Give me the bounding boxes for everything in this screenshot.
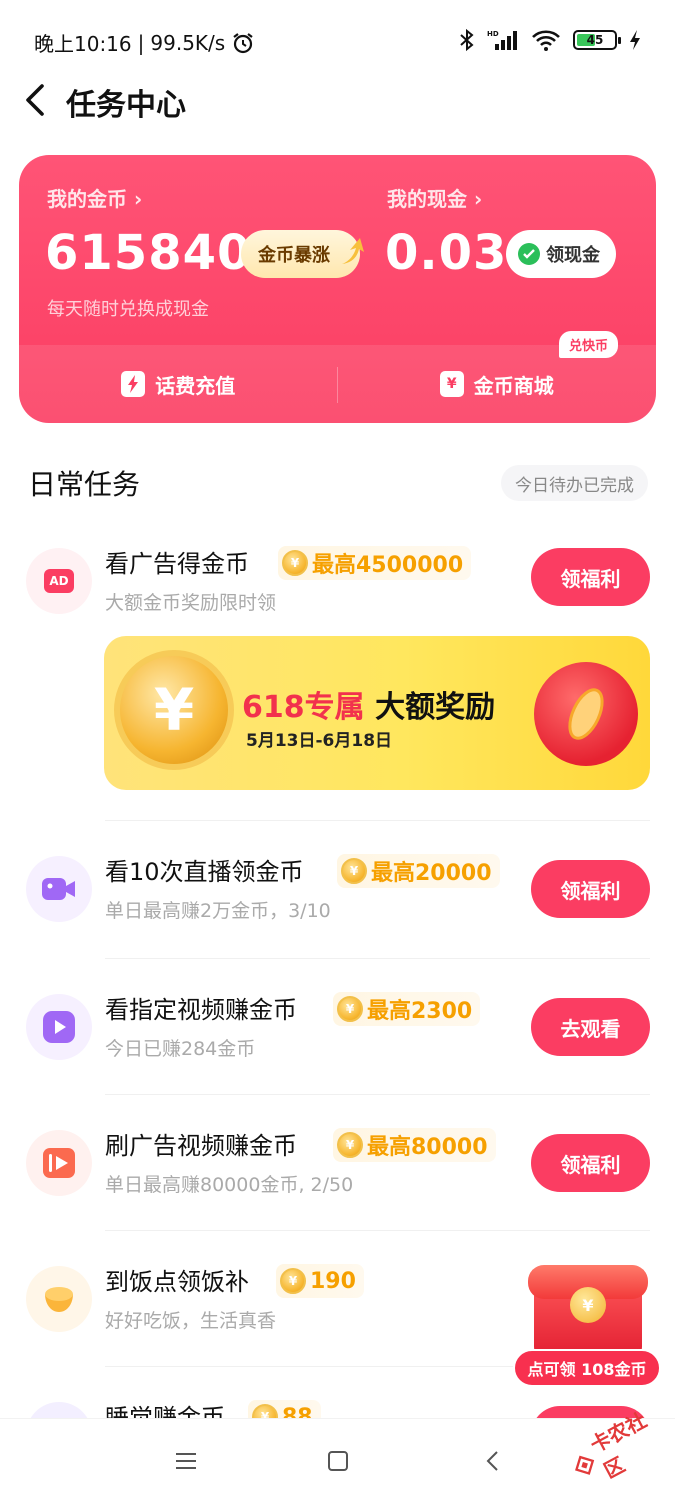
watch-button[interactable]: 去观看 — [531, 998, 650, 1056]
coin-icon: ¥ — [337, 1132, 363, 1158]
page-title: 任务中心 — [66, 88, 186, 123]
red-coin-icon — [534, 662, 638, 766]
battery-icon: 45 — [573, 30, 621, 50]
get-cash-button[interactable]: 领现金 — [506, 230, 616, 278]
video-ad-icon — [26, 1130, 92, 1196]
svg-text:HD: HD — [487, 30, 499, 38]
wallet-subtitle: 每天随时兑换成现金 — [47, 299, 209, 320]
task-reward: ¥ 最高2300 — [333, 992, 481, 1026]
banner-title: 618专属 大额奖励 — [242, 690, 496, 725]
status-right: HD 45 — [459, 28, 641, 52]
promo-banner-618[interactable]: ¥ 618专属 大额奖励 5月13日-6月18日 — [104, 636, 650, 790]
signal-icon: HD — [487, 30, 517, 50]
task-title: 刷广告视频赚金币 — [105, 1132, 297, 1160]
meal-bowl-icon — [26, 1266, 92, 1332]
status-left: 晚上10:16 | 99.5K/s — [34, 28, 255, 57]
coin-icon: ¥ — [337, 996, 363, 1022]
task-live-stream: 看10次直播领金币 ¥ 最高20000 单日最高赚2万金币，3/10 领福利 — [0, 848, 675, 958]
task-reward: ¥88 — [248, 1400, 321, 1418]
charging-icon — [630, 30, 640, 50]
bluetooth-icon — [460, 28, 474, 52]
lightning-icon — [121, 371, 146, 397]
mall-ticket-icon: ¥ — [439, 371, 464, 397]
coin-seal-icon: ¥ — [570, 1287, 606, 1323]
claim-button[interactable]: 领福利 — [531, 1134, 650, 1192]
task-subtitle: 大额金币奖励限时领 — [105, 592, 277, 614]
section-title: 日常任务 — [28, 468, 141, 501]
divider — [105, 820, 650, 821]
task-subtitle: 单日最高赚80000金币, 2/50 — [105, 1174, 354, 1196]
coin-icon: ¥ — [282, 550, 308, 576]
banner-date: 5月13日-6月18日 — [246, 731, 393, 751]
big-coin-icon: ¥ — [114, 650, 234, 770]
divider — [105, 1230, 650, 1231]
play-video-icon — [26, 994, 92, 1060]
sleep-moon-icon — [26, 1402, 92, 1418]
live-camera-icon — [26, 856, 92, 922]
task-reward: ¥ 最高4500000 — [278, 546, 472, 580]
menu-icon[interactable] — [166, 1443, 206, 1479]
task-sleep-coins: 睡觉赚金币 ¥88 — [0, 1394, 675, 1418]
coins-value: 615840 — [45, 225, 252, 281]
section-status-badge: 今日待办已完成 — [501, 465, 648, 501]
coin-icon: ¥ — [280, 1268, 306, 1294]
status-net-speed: 99.5K/s — [150, 30, 226, 55]
nav-back-icon[interactable] — [472, 1443, 512, 1479]
task-watch-video: 看指定视频赚金币 ¥ 最高2300 今日已赚284金币 去观看 — [0, 986, 675, 1096]
task-title: 看10次直播领金币 — [105, 858, 304, 886]
status-time: 晚上10:16 — [34, 32, 132, 56]
wechat-check-icon — [518, 243, 540, 265]
task-reward: ¥ 最高20000 — [337, 854, 500, 888]
home-icon[interactable] — [318, 1443, 358, 1479]
task-reward: ¥ 最高80000 — [333, 1128, 496, 1162]
floating-packet-label[interactable]: 点可领 108金币 — [513, 1349, 661, 1387]
task-ad-coins: AD 看广告得金币 ¥ 最高4500000 大额金币奖励限时领 领福利 — [0, 540, 675, 650]
my-coins-link[interactable]: 我的金币 › — [47, 183, 142, 212]
coin-boom-button[interactable]: 金币暴涨 — [241, 230, 364, 278]
task-subtitle: 好好吃饭，生活真香 — [105, 1310, 277, 1332]
coin-icon: ¥ — [341, 858, 367, 884]
header: 任务中心 — [0, 70, 675, 130]
alarm-icon — [233, 32, 253, 53]
phone-recharge-button[interactable]: 话费充值 — [19, 345, 338, 423]
task-reward: ¥190 — [276, 1264, 364, 1298]
task-title: 看广告得金币 — [105, 550, 249, 578]
task-subtitle: 单日最高赚2万金币，3/10 — [105, 900, 331, 922]
task-title: 看指定视频赚金币 — [105, 996, 297, 1024]
back-arrow-icon[interactable] — [22, 82, 52, 118]
divider — [105, 1094, 650, 1095]
wifi-icon — [532, 30, 560, 51]
coin-icon: ¥ — [252, 1404, 278, 1418]
claim-button[interactable]: 领福利 — [531, 548, 650, 606]
cash-value: 0.03 — [385, 225, 508, 281]
ad-icon: AD — [26, 548, 92, 614]
task-ad-video: 刷广告视频赚金币 ¥ 最高80000 单日最高赚80000金币, 2/50 领福利 — [0, 1122, 675, 1232]
task-title: 睡觉赚金币 — [105, 1404, 225, 1418]
my-cash-link[interactable]: 我的现金 › — [387, 183, 482, 212]
divider — [105, 958, 650, 959]
task-subtitle: 今日已赚284金币 — [105, 1038, 256, 1060]
exchange-tag: 兑快币 — [559, 331, 619, 358]
boom-arrow-icon — [342, 238, 364, 264]
wallet-card: 我的金币 › 615840 金币暴涨 我的现金 › 0.03 领现金 每天随时兑… — [19, 155, 656, 423]
task-title: 到饭点领饭补 — [105, 1268, 249, 1296]
claim-button[interactable]: 领福利 — [531, 860, 650, 918]
